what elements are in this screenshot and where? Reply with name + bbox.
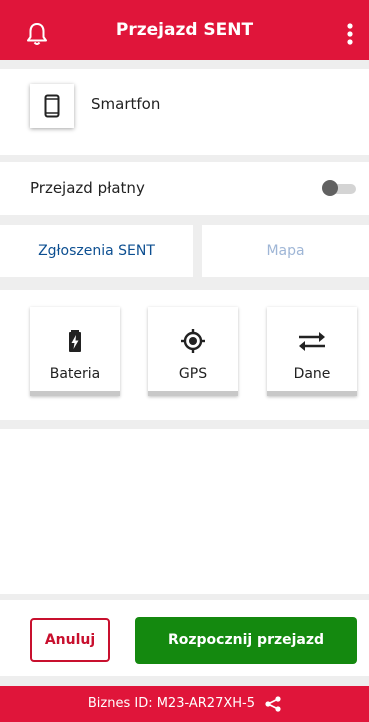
more-vertical-icon[interactable]	[347, 23, 353, 45]
gps-tile[interactable]: GPS	[148, 307, 238, 396]
toll-label: Przejazd płatny	[30, 179, 145, 197]
data-tile[interactable]: Dane	[267, 307, 357, 396]
share-icon[interactable]	[265, 695, 281, 712]
cancel-button[interactable]: Anuluj	[30, 618, 110, 662]
data-label: Dane	[293, 366, 331, 382]
toll-row: Przejazd płatny	[0, 162, 369, 215]
app-header: Przejazd SENT	[0, 0, 369, 60]
tab-map[interactable]: Mapa	[202, 225, 369, 277]
status-tiles: Bateria GPS Dane	[0, 290, 369, 420]
page-title: Przejazd SENT	[115, 20, 254, 40]
device-selector[interactable]: Smartfon	[0, 69, 369, 155]
business-id: Biznes ID: M23-AR27XH-5	[0, 686, 369, 722]
tab-sent-reports[interactable]: Zgłoszenia SENT	[0, 225, 193, 277]
swap-arrows-icon	[299, 332, 325, 351]
battery-charging-icon	[69, 330, 81, 352]
business-id-text: Biznes ID: M23-AR27XH-5	[87, 696, 255, 711]
smartphone-icon	[44, 94, 60, 118]
gps-label: GPS	[178, 366, 208, 382]
device-label: Smartfon	[91, 95, 161, 113]
toggle-thumb	[322, 180, 338, 196]
business-id-bar: Biznes ID: M23-AR27XH-5	[0, 686, 369, 722]
toll-toggle[interactable]	[322, 180, 356, 196]
action-bar: Anuluj Rozpocznij przejazd	[0, 600, 369, 676]
start-ride-button[interactable]: Rozpocznij przejazd	[135, 617, 357, 664]
content-area	[0, 429, 369, 594]
battery-label: Bateria	[49, 366, 101, 382]
battery-tile[interactable]: Bateria	[30, 307, 120, 396]
device-icon-box	[30, 84, 74, 128]
gps-target-icon	[181, 329, 205, 353]
